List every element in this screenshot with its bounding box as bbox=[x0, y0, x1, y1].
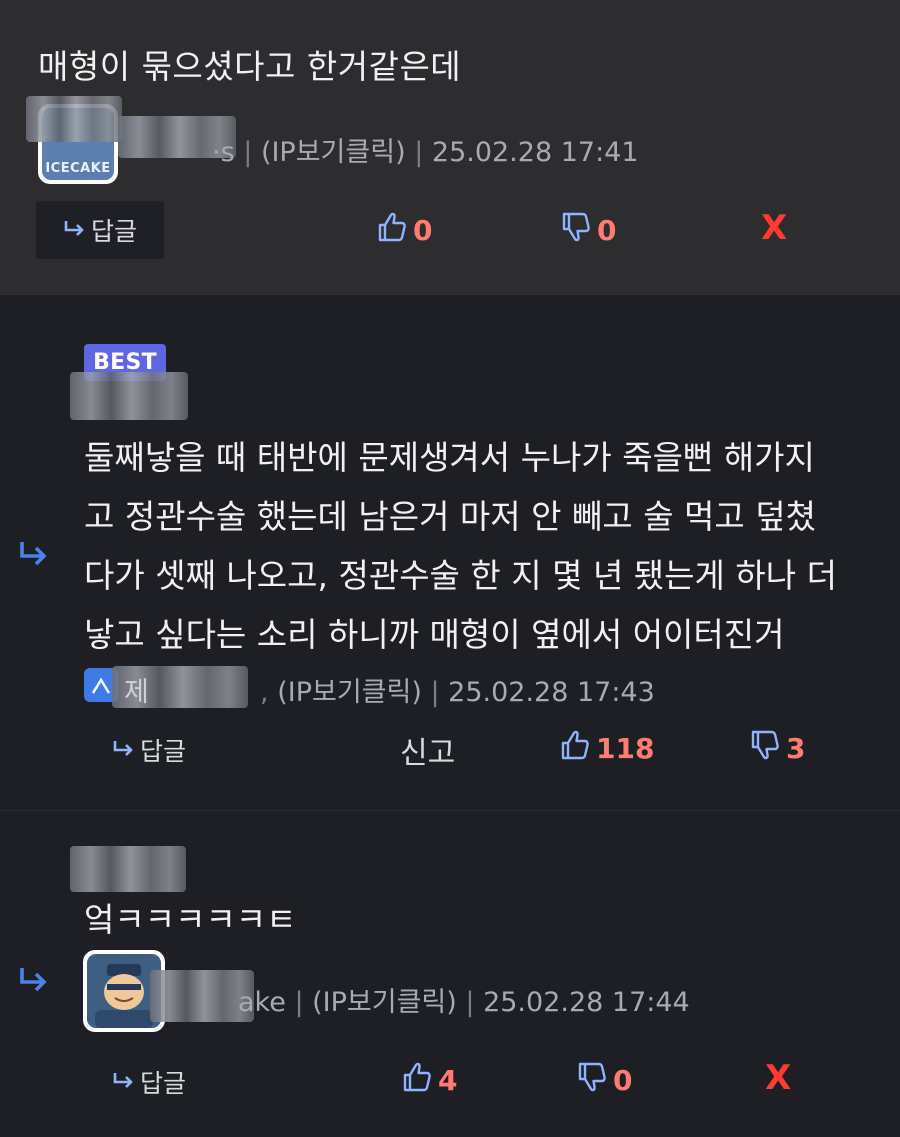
author-name[interactable]: 제 bbox=[124, 677, 157, 708]
reply-label: 답글 bbox=[140, 737, 187, 766]
ip-view-link[interactable]: (IP보기클릭) bbox=[277, 677, 422, 708]
avatar-brand-label: ICECAKE bbox=[45, 161, 111, 176]
nested-reply-arrow-icon bbox=[18, 966, 50, 1000]
delete-button[interactable]: X bbox=[761, 208, 787, 248]
like-button[interactable]: 0 bbox=[377, 211, 432, 250]
reply-button[interactable]: 답글 bbox=[112, 732, 186, 768]
like-count: 0 bbox=[413, 214, 433, 247]
dislike-count: 0 bbox=[597, 214, 617, 247]
author-name[interactable]: ake bbox=[238, 987, 286, 1018]
redacted-username bbox=[70, 372, 188, 420]
reply-label: 답글 bbox=[140, 1069, 187, 1098]
timestamp: 25.02.28 17:43 bbox=[448, 677, 655, 708]
dislike-button[interactable]: 0 bbox=[561, 211, 616, 250]
comment-1: 매형이 묶으셨다고 한거같은데 ICECAKE ·s | (IP보기클릭) | … bbox=[0, 0, 900, 295]
thumbs-down-icon bbox=[750, 729, 786, 768]
comment-line: 낳고 싶다는 소리 하니까 매형이 옆에서 어이터진거 bbox=[84, 615, 785, 654]
divider bbox=[0, 810, 900, 811]
thumbs-down-icon bbox=[561, 211, 597, 250]
like-button[interactable]: 118 bbox=[560, 729, 654, 768]
redacted-username bbox=[26, 96, 122, 142]
ip-view-link[interactable]: (IP보기클릭) bbox=[261, 137, 406, 168]
redacted-username bbox=[70, 846, 186, 892]
thumbs-up-icon bbox=[560, 729, 596, 768]
thumbs-up-icon bbox=[377, 211, 413, 250]
nested-reply-arrow-icon bbox=[18, 540, 50, 574]
reply-button[interactable]: 답글 bbox=[36, 201, 164, 259]
comment-line: 둘째낳을 때 태반에 문제생겨서 누나가 죽을뻔 해가지 bbox=[84, 438, 815, 477]
dislike-button[interactable]: 3 bbox=[750, 729, 805, 768]
reply-arrow-icon bbox=[112, 738, 136, 763]
dislike-button[interactable]: 0 bbox=[577, 1061, 632, 1100]
dislike-count: 0 bbox=[613, 1064, 633, 1097]
comment-text: 엌ㅋㅋㅋㅋㅋㅌ bbox=[84, 900, 297, 939]
reply-arrow-icon bbox=[63, 218, 87, 243]
comment-text: 매형이 묶으셨다고 한거같은데 bbox=[38, 47, 462, 86]
comment-text: 둘째낳을 때 태반에 문제생겨서 누나가 죽을뻔 해가지 고 정관수술 했는데 … bbox=[84, 428, 874, 664]
author-name[interactable]: ·s bbox=[212, 137, 235, 168]
report-button[interactable]: 신고 bbox=[400, 728, 455, 772]
like-button[interactable]: 4 bbox=[402, 1061, 457, 1100]
thumbs-down-icon bbox=[577, 1061, 613, 1100]
like-count: 118 bbox=[596, 732, 655, 765]
comment-thread: 매형이 묶으셨다고 한거같은데 ICECAKE ·s | (IP보기클릭) | … bbox=[0, 0, 900, 1137]
comment-line: 다가 셋째 나오고, 정관수술 한 지 몇 년 됐는게 하나 더 bbox=[84, 556, 837, 595]
dislike-count: 3 bbox=[786, 732, 806, 765]
like-count: 4 bbox=[438, 1064, 458, 1097]
ip-view-link[interactable]: (IP보기클릭) bbox=[312, 987, 457, 1018]
reply-arrow-icon bbox=[112, 1070, 136, 1095]
timestamp: 25.02.28 17:44 bbox=[483, 987, 690, 1018]
thumbs-up-icon bbox=[402, 1061, 438, 1100]
comment-meta: ake | (IP보기클릭) | 25.02.28 17:44 bbox=[238, 987, 690, 1018]
reply-button[interactable]: 답글 bbox=[112, 1064, 186, 1100]
reply-label: 답글 bbox=[90, 217, 137, 246]
comment-line: 고 정관수술 했는데 남은거 마저 안 빼고 술 먹고 덮쳤 bbox=[84, 497, 816, 536]
delete-button[interactable]: X bbox=[765, 1058, 791, 1098]
comment-meta: ·s | (IP보기클릭) | 25.02.28 17:41 bbox=[212, 137, 639, 168]
comment-meta: 제 , (IP보기클릭) | 25.02.28 17:43 bbox=[124, 677, 655, 708]
timestamp: 25.02.28 17:41 bbox=[431, 137, 639, 168]
